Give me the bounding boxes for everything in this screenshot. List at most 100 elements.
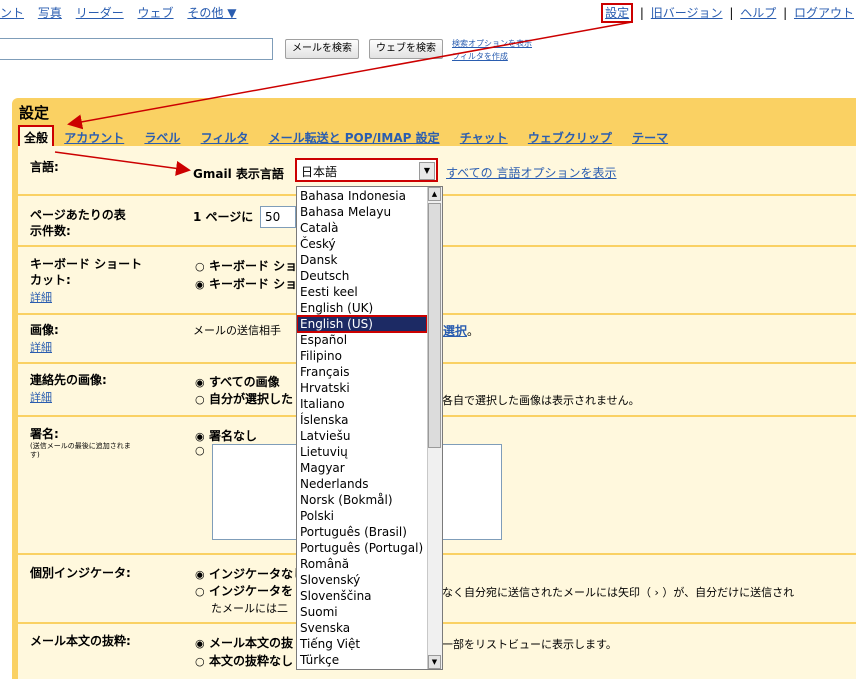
shortcuts-option-2-label: キーボード ショ: [209, 277, 298, 291]
indicators-option-1[interactable]: ◉ インジケータなし: [195, 565, 305, 582]
signature-none-label: 署名なし: [209, 429, 258, 443]
language-option[interactable]: Bahasa Melayu: [297, 204, 427, 220]
radio-on-icon[interactable]: ◉: [195, 568, 205, 581]
radio-off-icon[interactable]: ○: [195, 260, 205, 273]
contact-images-option-1-label: すべての画像: [209, 375, 280, 389]
language-option[interactable]: English (US): [297, 315, 428, 333]
language-option[interactable]: Hrvatski: [297, 380, 427, 396]
shortcuts-option-1[interactable]: ○ キーボード ショ: [195, 257, 297, 274]
language-options: Bahasa Indonesia Bahasa Melayu Català Český…: [297, 188, 428, 668]
radio-on-icon[interactable]: ◉: [195, 637, 205, 650]
page-size-prefix: 1 ページに: [193, 210, 254, 224]
language-option[interactable]: Eesti keel: [297, 284, 427, 300]
language-select[interactable]: 日本語 ▼: [295, 158, 438, 182]
language-option[interactable]: Slovenský: [297, 572, 427, 588]
language-option[interactable]: Deutsch: [297, 268, 427, 284]
indicators-option-1-label: インジケータなし: [209, 567, 306, 581]
signature-label-text: 署名:: [30, 427, 59, 441]
picture-detail-link[interactable]: 詳細: [30, 339, 52, 355]
language-option[interactable]: Nederlands: [297, 476, 427, 492]
language-label: 言語:: [30, 160, 59, 174]
signature-label: 署名: (送信メールの最後に追加されます): [30, 426, 140, 460]
radio-off-icon[interactable]: ○: [195, 444, 205, 457]
page-size-value: 50: [265, 210, 281, 224]
scroll-down-icon[interactable]: ▼: [428, 655, 441, 669]
language-option[interactable]: Norsk (Bokmål): [297, 492, 427, 508]
indicators-option-2[interactable]: ○ インジケータを: [195, 582, 293, 599]
contact-images-detail-link[interactable]: 詳細: [30, 389, 52, 405]
shortcuts-label-line2: カット:: [30, 273, 71, 287]
language-option[interactable]: Slovenščina: [297, 588, 427, 604]
picture-period: 。: [467, 324, 480, 338]
language-option[interactable]: Português (Brasil): [297, 524, 427, 540]
language-option[interactable]: Français: [297, 364, 427, 380]
language-option[interactable]: Český: [297, 236, 427, 252]
scrollbar-thumb[interactable]: [428, 203, 441, 448]
language-option[interactable]: Suomi: [297, 604, 427, 620]
radio-on-icon[interactable]: ◉: [195, 376, 205, 389]
language-option[interactable]: Català: [297, 220, 427, 236]
picture-label: 画像:: [30, 323, 59, 337]
language-option[interactable]: Português (Portugal): [297, 540, 427, 556]
indicators-description-2: たメールには二: [211, 602, 288, 615]
language-option[interactable]: Svenska: [297, 620, 427, 636]
shortcuts-option-2[interactable]: ◉ キーボード ショ: [195, 275, 297, 292]
contact-images-option-2[interactable]: ○ 自分が選択した: [195, 390, 293, 407]
arrow-to-language: [54, 151, 191, 176]
snippets-option-1[interactable]: ◉ メール本文の抜: [195, 634, 293, 651]
snippets-option-2-label: 本文の抜粋なし: [209, 654, 294, 668]
contact-images-option-2-label: 自分が選択した: [209, 392, 294, 406]
language-option[interactable]: Tiếng Việt: [297, 636, 427, 652]
language-option[interactable]: Polski: [297, 508, 427, 524]
language-option[interactable]: Bahasa Indonesia: [297, 188, 427, 204]
language-dropdown-list[interactable]: Bahasa Indonesia Bahasa Melayu Català Český…: [296, 186, 443, 670]
page-size-label-line2: 示件数:: [30, 224, 71, 238]
language-option[interactable]: Italiano: [297, 396, 427, 412]
indicators-label: 個別インジケータ:: [30, 566, 131, 580]
display-language-label: Gmail 表示言語: [193, 167, 284, 181]
radio-off-icon[interactable]: ○: [195, 393, 205, 406]
contact-images-label: 連絡先の画像:: [30, 373, 107, 387]
scroll-up-icon[interactable]: ▲: [428, 187, 441, 201]
language-select-value: 日本語: [301, 165, 338, 179]
signature-none-option[interactable]: ◉ 署名なし: [195, 427, 257, 444]
language-option[interactable]: Español: [297, 332, 427, 348]
indicators-option-2-label: インジケータを: [209, 584, 294, 598]
picture-select: 選択。: [443, 322, 479, 339]
contact-images-trailing: 各自で選択した画像は表示されません。: [442, 394, 640, 407]
language-option[interactable]: Latviešu: [297, 428, 427, 444]
contact-images-option-1[interactable]: ◉ すべての画像: [195, 373, 280, 390]
shortcuts-label: キーボード ショート カット:: [30, 256, 142, 288]
chevron-down-icon[interactable]: ▼: [419, 162, 435, 180]
shortcuts-option-1-label: キーボード ショ: [209, 259, 298, 273]
all-language-options-link[interactable]: すべての 言語オプションを表示: [446, 164, 617, 181]
page-size-select[interactable]: 50: [260, 206, 296, 228]
language-option[interactable]: Magyar: [297, 460, 427, 476]
shortcuts-detail-link[interactable]: 詳細: [30, 289, 52, 305]
language-option[interactable]: Lietuvių: [297, 444, 427, 460]
picture-text: メールの送信相手: [193, 324, 281, 337]
language-option[interactable]: Türkçe: [297, 652, 427, 668]
shortcuts-label-line1: キーボード ショート: [30, 257, 143, 271]
snippets-trailing: 一部をリストビューに表示します。: [442, 638, 617, 651]
snippets-option-2[interactable]: ○ 本文の抜粋なし: [195, 652, 293, 669]
snippets-label: メール本文の抜粋:: [30, 634, 131, 648]
language-option[interactable]: Română: [297, 556, 427, 572]
radio-on-icon[interactable]: ◉: [195, 278, 205, 291]
dropdown-scrollbar[interactable]: ▲ ▼: [427, 187, 442, 669]
snippets-option-1-label: メール本文の抜: [209, 636, 294, 650]
picture-select-link[interactable]: 選択: [443, 324, 467, 338]
signature-custom-option[interactable]: ○: [195, 443, 209, 457]
language-option[interactable]: Filipino: [297, 348, 427, 364]
radio-on-icon[interactable]: ◉: [195, 430, 205, 443]
signature-sublabel: (送信メールの最後に追加されます): [30, 442, 131, 459]
language-option[interactable]: English (UK): [297, 300, 427, 316]
page-size-label-line1: ページあたりの表: [30, 208, 126, 222]
indicators-description: なく自分宛に送信されたメールには矢印（ › ）が、自分だけに送信され: [442, 586, 795, 599]
page-size-label: ページあたりの表 示件数:: [30, 207, 126, 239]
language-option[interactable]: Dansk: [297, 252, 427, 268]
language-option[interactable]: Íslenska: [297, 412, 427, 428]
radio-off-icon[interactable]: ○: [195, 655, 205, 668]
radio-off-icon[interactable]: ○: [195, 585, 205, 598]
arrow-to-general-tab: [67, 21, 633, 130]
